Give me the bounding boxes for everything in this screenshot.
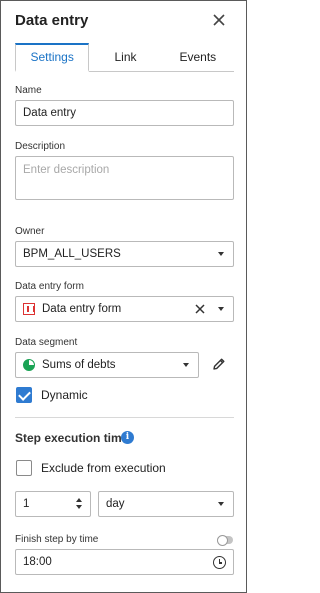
tab-link[interactable]: Link bbox=[89, 43, 161, 71]
chevron-down-icon bbox=[218, 307, 224, 311]
close-icon[interactable] bbox=[209, 10, 229, 30]
description-label: Description bbox=[15, 141, 66, 152]
info-icon[interactable]: i bbox=[121, 431, 134, 444]
finish-step-toggle[interactable] bbox=[217, 535, 233, 546]
owner-select[interactable]: BPM_ALL_USERS bbox=[15, 241, 234, 267]
count-value: 1 bbox=[23, 498, 30, 510]
owner-value: BPM_ALL_USERS bbox=[23, 248, 121, 260]
chevron-down-icon bbox=[218, 252, 224, 256]
data-entry-form-select[interactable]: Data entry form bbox=[15, 296, 234, 322]
exclude-checkbox[interactable] bbox=[16, 460, 32, 476]
divider bbox=[15, 417, 234, 418]
count-stepper[interactable]: 1 bbox=[15, 491, 91, 517]
clear-icon[interactable] bbox=[194, 303, 206, 315]
tab-bar: Settings Link Events bbox=[15, 43, 234, 72]
data-entry-panel: Data entry Settings Link Events Name Dat… bbox=[0, 0, 247, 593]
stepper-arrows-icon[interactable] bbox=[75, 498, 83, 510]
name-label: Name bbox=[15, 85, 42, 96]
panel-title: Data entry bbox=[15, 12, 89, 29]
pencil-icon[interactable] bbox=[212, 357, 226, 371]
chevron-down-icon bbox=[218, 502, 224, 506]
finish-time-field[interactable]: 18:00 bbox=[15, 549, 234, 575]
dynamic-checkbox[interactable] bbox=[16, 387, 32, 403]
data-entry-form-label: Data entry form bbox=[15, 281, 84, 292]
name-field[interactable]: Data entry bbox=[15, 100, 234, 126]
unit-value: day bbox=[106, 498, 125, 510]
finish-time-value: 18:00 bbox=[23, 556, 52, 568]
data-segment-select[interactable]: Sums of debts bbox=[15, 352, 199, 378]
form-icon bbox=[23, 303, 35, 315]
unit-select[interactable]: day bbox=[98, 491, 234, 517]
tab-settings[interactable]: Settings bbox=[15, 43, 90, 72]
exclude-label: Exclude from execution bbox=[41, 461, 166, 475]
owner-label: Owner bbox=[15, 226, 45, 237]
finish-step-label: Finish step by time bbox=[15, 534, 99, 545]
pie-chart-icon bbox=[23, 359, 35, 371]
chevron-down-icon bbox=[183, 363, 189, 367]
description-field[interactable]: Enter description bbox=[15, 156, 234, 200]
tab-events[interactable]: Events bbox=[162, 43, 234, 71]
step-execution-title: Step execution time bbox=[15, 431, 129, 445]
clock-icon[interactable] bbox=[213, 556, 226, 569]
data-segment-value: Sums of debts bbox=[42, 359, 116, 371]
data-segment-label: Data segment bbox=[15, 337, 78, 348]
data-entry-form-value: Data entry form bbox=[42, 303, 122, 315]
dynamic-label: Dynamic bbox=[41, 388, 88, 402]
